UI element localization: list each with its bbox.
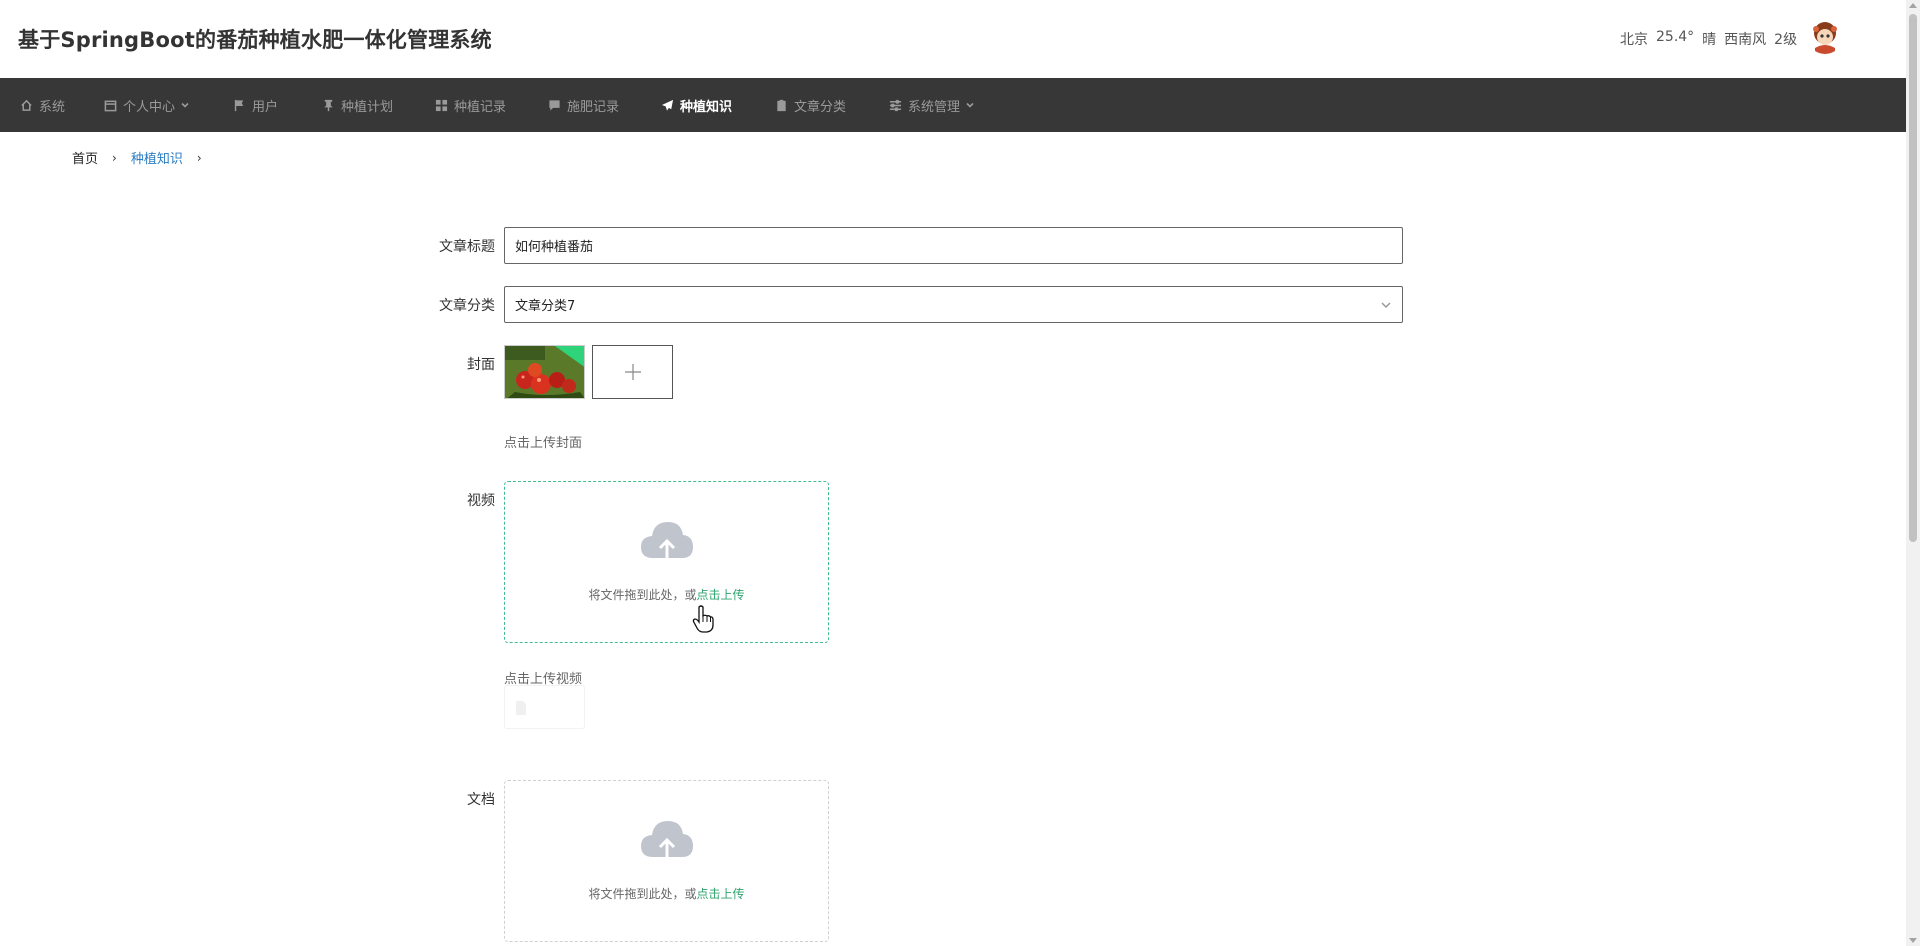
breadcrumb-current[interactable]: 种植知识 [131, 148, 183, 167]
video-label: 视频 [467, 493, 495, 509]
home-icon [21, 99, 32, 111]
breadcrumb-separator: › [112, 150, 117, 165]
weather-wind: 西南风 [1724, 32, 1767, 48]
pin-icon [324, 99, 333, 111]
chevron-down-icon [966, 102, 974, 108]
title-label: 文章标题 [439, 239, 495, 255]
flag-icon [234, 99, 244, 111]
title-input[interactable] [504, 227, 1403, 264]
cloud-upload-icon [641, 821, 693, 857]
breadcrumb: 首页 › 种植知识 › [72, 148, 202, 168]
weather-wind-level: 2级 [1774, 32, 1798, 48]
document-upload-dropzone[interactable]: 将文件拖到此处，或点击上传 [504, 780, 829, 942]
weather-city: 北京 [1620, 32, 1648, 48]
nav-item-users[interactable]: 用户 [233, 78, 278, 132]
app-title: 基于SpringBoot的番茄种植水肥一体化管理系统 [18, 28, 492, 52]
weather-condition: 晴 [1702, 32, 1717, 48]
nav-item-label: 用户 [252, 99, 279, 115]
video-upload-dropzone[interactable]: 将文件拖到此处，或点击上传 [504, 481, 829, 643]
nav-item-planting-knowledge[interactable]: 种植知识 [661, 78, 732, 132]
document-icon [516, 701, 526, 715]
nav-item-label: 施肥记录 [567, 99, 620, 115]
nav-item-system-management[interactable]: 系统管理 [889, 78, 974, 132]
vertical-scrollbar[interactable] [1906, 0, 1920, 946]
calendar-icon [104, 100, 117, 111]
grid-icon [435, 99, 448, 111]
category-select[interactable]: 文章分类7 [504, 286, 1403, 323]
breadcrumb-home[interactable]: 首页 [72, 148, 98, 167]
plus-icon [624, 364, 641, 380]
document-upload-link[interactable]: 点击上传 [697, 887, 745, 901]
video-file-placeholder [504, 685, 585, 729]
weather-widget: 北京 25.4° 晴 西南风 2级 [1620, 29, 1797, 49]
nav-item-article-category[interactable]: 文章分类 [775, 78, 846, 132]
nav-item-label: 种植计划 [341, 99, 394, 115]
category-label: 文章分类 [439, 298, 495, 314]
sliders-icon [889, 99, 902, 111]
scrollbar-thumb[interactable] [1909, 14, 1917, 542]
nav-item-fertilizer-record[interactable]: 施肥记录 [548, 78, 619, 132]
cover-upload-button[interactable] [592, 345, 673, 399]
document-label: 文档 [467, 792, 495, 808]
video-dropzone-text: 将文件拖到此处，或点击上传 [505, 586, 828, 603]
nav-item-label: 种植知识 [680, 99, 733, 115]
video-upload-link[interactable]: 点击上传 [697, 588, 745, 602]
weather-temperature: 25.4° [1656, 29, 1695, 45]
nav-item-personal-center[interactable]: 个人中心 [104, 78, 189, 132]
cover-label: 封面 [467, 357, 495, 373]
scroll-down-arrow-icon[interactable] [1909, 938, 1917, 943]
cover-image-thumbnail[interactable] [504, 345, 585, 399]
cover-upload-hint: 点击上传封面 [504, 436, 583, 451]
document-dropzone-text: 将文件拖到此处，或点击上传 [505, 885, 828, 902]
paper-plane-icon [661, 99, 674, 111]
dropzone-instruction: 将文件拖到此处，或 [588, 588, 697, 602]
nav-item-planting-record[interactable]: 种植记录 [435, 78, 506, 132]
comment-icon [549, 99, 560, 111]
nav-item-planting-plan[interactable]: 种植计划 [322, 78, 393, 132]
scroll-up-arrow-icon[interactable] [1909, 3, 1917, 8]
nav-item-label: 文章分类 [794, 99, 847, 115]
nav-item-system[interactable]: 系统 [20, 78, 65, 132]
nav-item-label: 个人中心 [123, 99, 176, 115]
top-header: 基于SpringBoot的番茄种植水肥一体化管理系统 北京 25.4° 晴 西南… [0, 0, 1906, 78]
cloud-upload-icon [641, 522, 693, 558]
category-selected-value: 文章分类7 [515, 299, 576, 314]
nav-item-label: 系统 [39, 99, 66, 115]
clipboard-icon [777, 99, 786, 111]
main-navbar: 系统 个人中心 用户 种植计划 种植记录 施肥记录 种植知识 文章分类 系统管理 [0, 78, 1906, 132]
hand-pointer-cursor-icon [692, 605, 714, 633]
dropzone-instruction: 将文件拖到此处，或 [588, 887, 697, 901]
chevron-down-icon [1381, 301, 1391, 308]
user-avatar[interactable] [1807, 18, 1843, 54]
nav-item-label: 种植记录 [454, 99, 507, 115]
chevron-down-icon [181, 102, 189, 108]
nav-item-label: 系统管理 [908, 99, 961, 115]
breadcrumb-separator: › [196, 150, 202, 165]
